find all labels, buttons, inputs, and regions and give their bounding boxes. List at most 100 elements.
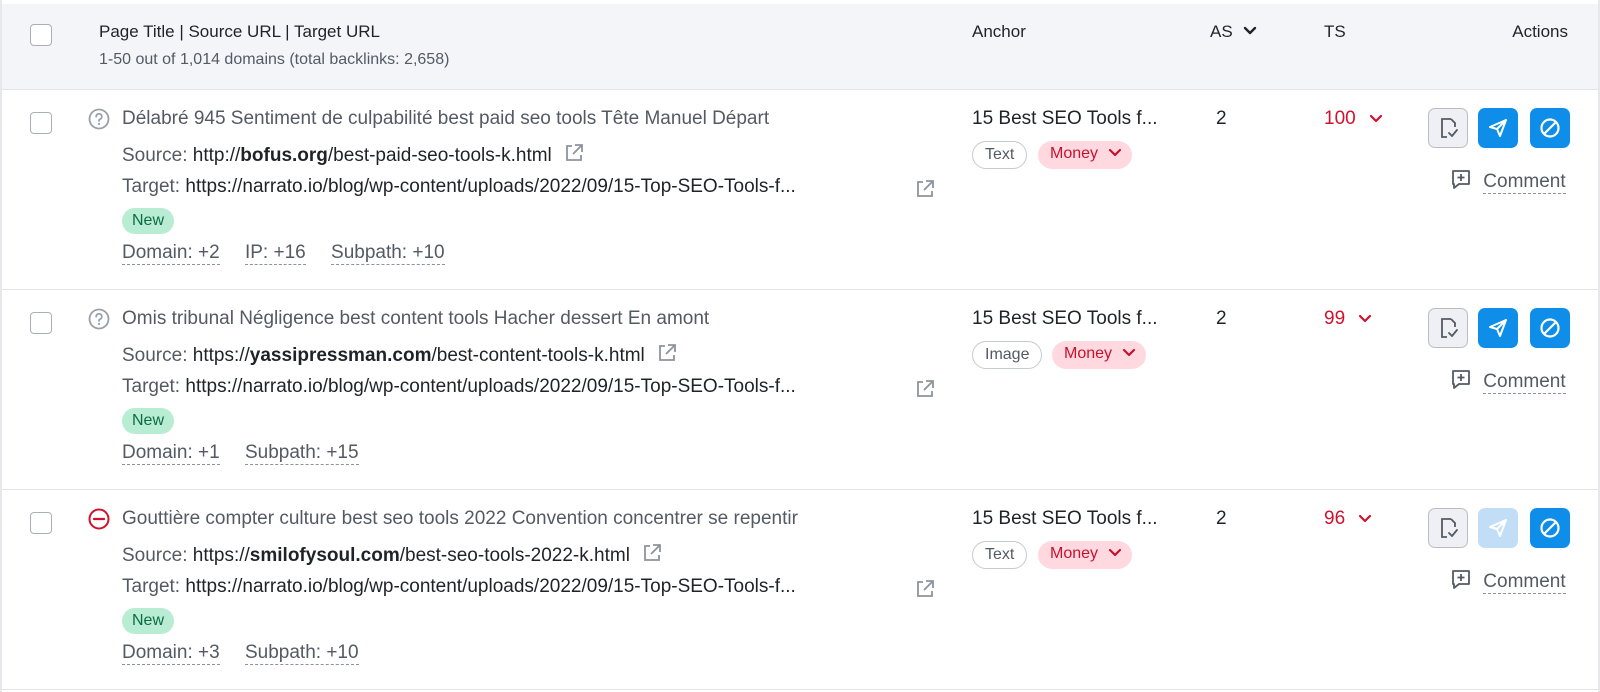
new-badge: New (122, 408, 175, 434)
anchor-category-label: Money (1050, 145, 1099, 162)
block-icon (1540, 118, 1560, 138)
source-label: Source: (122, 545, 188, 566)
toxicity-score[interactable]: 96 (1324, 508, 1372, 530)
chevron-down-icon (1123, 348, 1136, 357)
chevron-down-icon (1109, 548, 1122, 557)
meta-subpath[interactable]: Subpath: +10 (244, 642, 359, 665)
anchor-type-tag: Text (972, 541, 1028, 569)
source-label: Source: (122, 345, 188, 366)
comment-label: Comment (1483, 371, 1566, 394)
anchor-text: 15 Best SEO Tools f... (972, 308, 1158, 329)
anchor-category-dropdown[interactable]: Money (1052, 341, 1147, 369)
authority-score: 2 (1216, 308, 1227, 329)
chevron-down-icon (1244, 26, 1257, 35)
block-button[interactable] (1530, 308, 1570, 348)
task-icon (1441, 318, 1458, 338)
new-badge: New (122, 608, 175, 634)
authority-score: 2 (1216, 108, 1227, 129)
source-line: Source: http://bofus.org/best-paid-seo-t… (122, 142, 585, 167)
toxicity-score-value: 100 (1324, 108, 1356, 129)
new-badge: New (122, 208, 175, 234)
source-url[interactable]: https://yassipressman.com/best-content-t… (193, 345, 645, 366)
comment-add-icon (1452, 370, 1470, 389)
anchor-type-tag: Text (972, 141, 1028, 169)
target-label: Target: (122, 176, 181, 197)
task-button[interactable] (1428, 108, 1468, 148)
column-header-as-label: AS (1210, 22, 1233, 41)
external-link-icon[interactable] (563, 142, 585, 164)
column-header-anchor[interactable]: Anchor (972, 22, 1026, 42)
send-button-disabled (1478, 508, 1518, 548)
comment-label: Comment (1483, 571, 1566, 594)
column-header-actions: Actions (1512, 22, 1568, 41)
target-label: Target: (122, 376, 181, 397)
target-url[interactable]: https://narrato.io/blog/wp-content/uploa… (185, 576, 795, 597)
send-icon (1489, 519, 1507, 537)
task-button[interactable] (1428, 508, 1468, 548)
send-button[interactable] (1478, 108, 1518, 148)
anchor-category-dropdown[interactable]: Money (1038, 541, 1133, 569)
column-header-ts[interactable]: TS (1324, 22, 1346, 42)
question-circle-icon (88, 308, 110, 330)
results-summary: 1-50 out of 1,014 domains (total backlin… (99, 51, 450, 68)
anchor-category-label: Money (1064, 345, 1113, 362)
select-all-checkbox[interactable] (30, 24, 52, 46)
row-checkbox[interactable] (30, 112, 52, 134)
page-title-link[interactable]: Omis tribunal Négligence best content to… (122, 308, 709, 330)
meta-domain[interactable]: Domain: +1 (122, 442, 220, 465)
source-line: Source: https://smilofysoul.com/best-seo… (122, 542, 663, 567)
column-header-as[interactable]: AS (1210, 22, 1257, 42)
block-button[interactable] (1530, 108, 1570, 148)
block-icon (1540, 318, 1560, 338)
link-meta: Domain: +3 Subpath: +10 (122, 642, 379, 665)
target-url[interactable]: https://narrato.io/blog/wp-content/uploa… (185, 176, 795, 197)
external-link-icon[interactable] (656, 342, 678, 364)
row-checkbox[interactable] (30, 312, 52, 334)
send-icon (1489, 319, 1507, 337)
backlinks-table: Page Title | Source URL | Target URL 1-5… (0, 0, 1600, 692)
external-link-icon[interactable] (641, 542, 663, 564)
external-link-icon[interactable] (914, 178, 936, 200)
target-label: Target: (122, 576, 181, 597)
link-meta: Domain: +2 IP: +16 Subpath: +10 (122, 242, 465, 265)
page-title-link[interactable]: Gouttière compter culture best seo tools… (122, 508, 798, 530)
table-row: Délabré 945 Sentiment de culpabilité bes… (2, 90, 1598, 290)
external-link-icon[interactable] (914, 578, 936, 600)
page-title-link[interactable]: Délabré 945 Sentiment de culpabilité bes… (122, 108, 769, 130)
column-header-title[interactable]: Page Title | Source URL | Target URL (99, 22, 380, 42)
comment-label: Comment (1483, 171, 1566, 194)
block-button[interactable] (1530, 508, 1570, 548)
toxicity-score-value: 96 (1324, 508, 1346, 529)
task-button[interactable] (1428, 308, 1468, 348)
send-button[interactable] (1478, 308, 1518, 348)
table-header: Page Title | Source URL | Target URL 1-5… (2, 4, 1598, 90)
meta-domain[interactable]: Domain: +2 (122, 242, 220, 265)
question-circle-icon (88, 108, 110, 130)
comment-add-icon (1452, 570, 1470, 589)
meta-subpath[interactable]: Subpath: +15 (244, 442, 359, 465)
source-url[interactable]: http://bofus.org/best-paid-seo-tools-k.h… (193, 145, 552, 166)
target-line: Target: https://narrato.io/blog/wp-conte… (122, 176, 796, 198)
meta-domain[interactable]: Domain: +3 (122, 642, 220, 665)
source-url[interactable]: https://smilofysoul.com/best-seo-tools-2… (193, 545, 630, 566)
toxicity-score-value: 99 (1324, 308, 1346, 329)
anchor-category-dropdown[interactable]: Money (1038, 141, 1133, 169)
row-checkbox[interactable] (30, 512, 52, 534)
toxicity-score[interactable]: 99 (1324, 308, 1372, 330)
target-line: Target: https://narrato.io/blog/wp-conte… (122, 376, 796, 398)
meta-subpath[interactable]: Subpath: +10 (331, 242, 445, 265)
comment-button[interactable]: Comment (1450, 168, 1566, 194)
chevron-down-icon (1369, 114, 1383, 123)
link-meta: Domain: +1 Subpath: +15 (122, 442, 379, 465)
meta-ip[interactable]: IP: +16 (244, 242, 306, 265)
send-icon (1489, 119, 1507, 137)
toxicity-score[interactable]: 100 (1324, 108, 1383, 130)
chevron-down-icon (1359, 514, 1372, 523)
target-line: Target: https://narrato.io/blog/wp-conte… (122, 576, 796, 598)
comment-button[interactable]: Comment (1450, 368, 1566, 394)
authority-score: 2 (1216, 508, 1227, 529)
external-link-icon[interactable] (914, 378, 936, 400)
source-line: Source: https://yassipressman.com/best-c… (122, 342, 678, 367)
comment-button[interactable]: Comment (1450, 568, 1566, 594)
target-url[interactable]: https://narrato.io/blog/wp-content/uploa… (185, 376, 795, 397)
